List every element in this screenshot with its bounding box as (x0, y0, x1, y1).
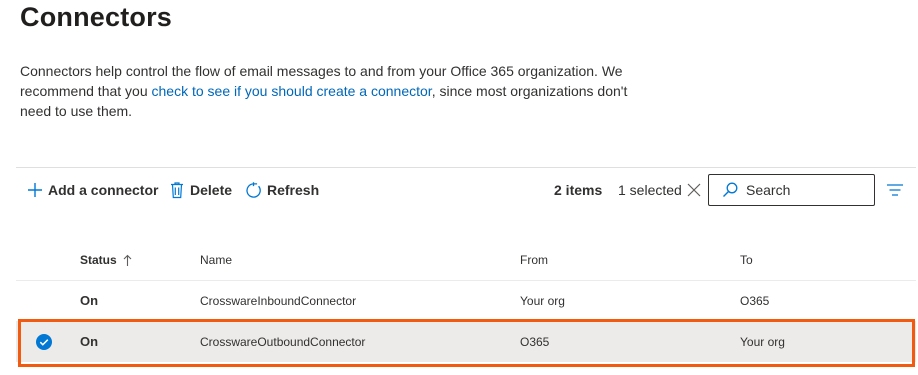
add-connector-label: Add a connector (48, 182, 159, 198)
page-title: Connectors (20, 2, 173, 32)
selected-count: 1 selected (618, 182, 682, 198)
row-name: CrosswareOutboundConnector (200, 335, 366, 349)
add-connector-button[interactable]: Add a connector (27, 178, 158, 202)
search-box[interactable] (708, 174, 875, 206)
row-name: CrosswareInboundConnector (200, 294, 357, 308)
delete-label: Delete (190, 182, 233, 198)
search-icon (723, 182, 738, 197)
column-header-status-label: Status (80, 253, 117, 267)
filter-icon[interactable] (886, 182, 904, 198)
row-to: O365 (740, 294, 770, 308)
delete-button[interactable]: Delete (169, 178, 232, 202)
column-header-to[interactable]: To (740, 253, 753, 267)
row-from: O365 (520, 335, 550, 349)
refresh-button[interactable]: Refresh (245, 178, 319, 202)
trash-icon (171, 182, 183, 199)
page-description: Connectors help control the flow of emai… (20, 61, 640, 121)
close-icon[interactable] (686, 181, 702, 199)
toolbar-divider (16, 167, 916, 168)
items-count: 2 items (554, 182, 603, 198)
row-status: On (80, 334, 99, 349)
column-header-from[interactable]: From (520, 253, 548, 267)
row-to: Your org (740, 335, 785, 349)
row-from: Your org (520, 294, 565, 308)
table-row[interactable]: On CrosswareInboundConnector Your org O3… (16, 281, 916, 321)
search-input[interactable] (746, 182, 866, 198)
column-header-status[interactable]: Status (80, 253, 132, 267)
sort-up-icon (123, 254, 132, 266)
create-connector-help-link[interactable]: check to see if you should create a conn… (152, 83, 432, 99)
row-status: On (80, 293, 99, 308)
refresh-label: Refresh (267, 182, 320, 198)
table-row-selected[interactable]: On CrosswareOutboundConnector O365 Your … (16, 322, 916, 362)
plus-icon (28, 183, 42, 197)
check-circle-icon[interactable] (36, 334, 52, 350)
column-header-name[interactable]: Name (200, 253, 232, 267)
refresh-icon (246, 181, 261, 198)
